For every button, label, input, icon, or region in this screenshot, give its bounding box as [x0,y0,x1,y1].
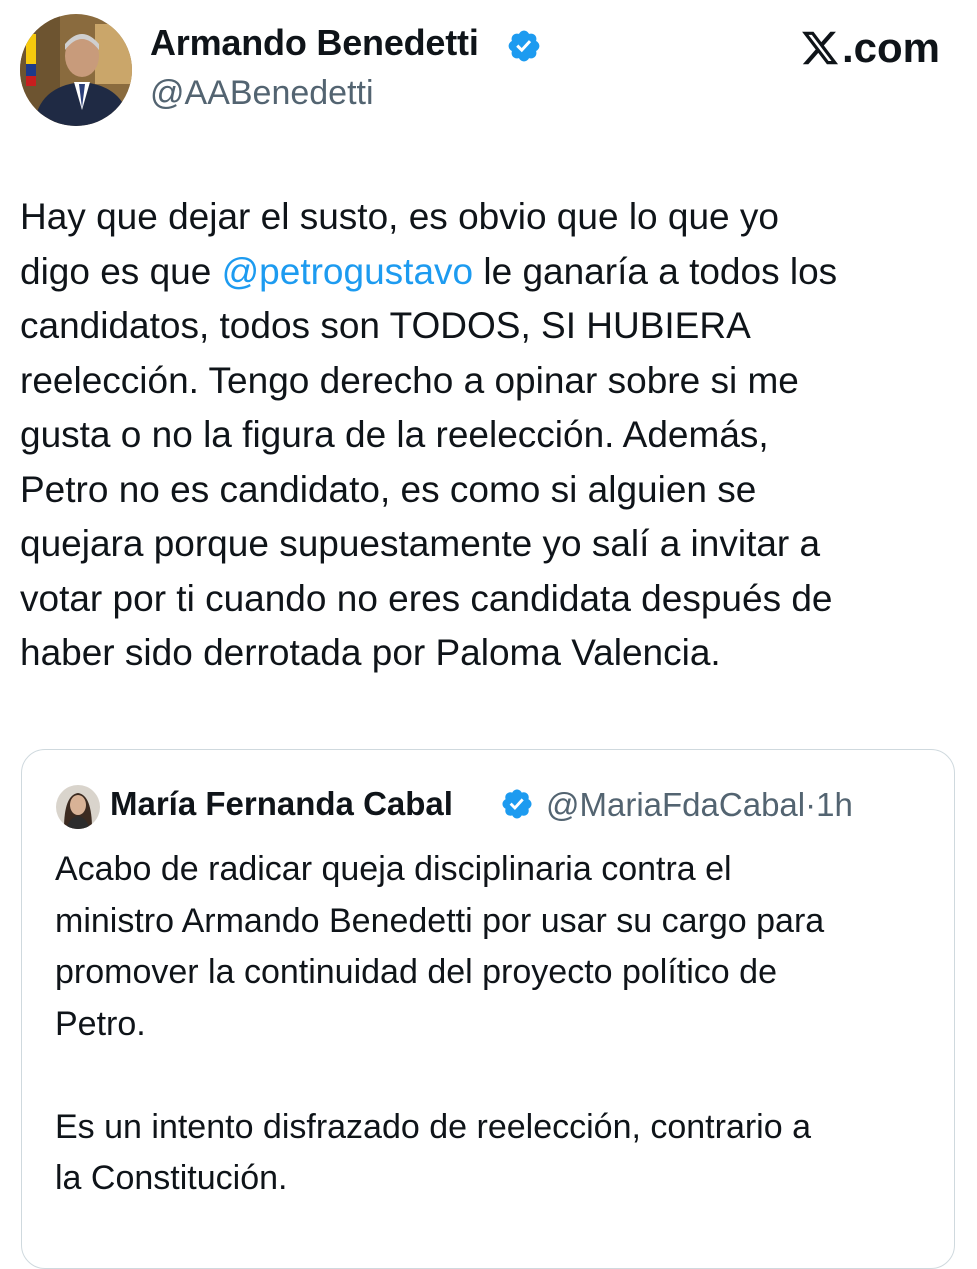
tweet-line: votar por ti cuando no eres candidata de… [20,577,833,619]
quoted-author-handle[interactable]: @MariaFdaCabal [546,786,805,823]
quoted-line: promover la continuidad del proyecto pol… [55,953,777,991]
tweet-line: digo es que @petrogustavo le ganaría a t… [20,250,838,292]
author-handle[interactable]: @AABenedetti [150,74,374,113]
x-logo-icon [802,31,839,65]
author-avatar[interactable] [20,14,132,126]
quoted-tweet-text: Acabo de radicar queja disciplinaria con… [55,844,935,1205]
quoted-line: la Constitución. [55,1159,288,1197]
quoted-line: Petro. [55,1004,146,1043]
brand-label: .com [841,24,940,71]
tweet-line: Petro no es candidato, es como si alguie… [20,468,757,510]
quoted-meta: @MariaFdaCabal·1h [546,786,853,824]
tweet-line: Hay que dejar el susto, es obvio que lo … [20,196,779,237]
quoted-timestamp[interactable]: 1h [816,786,853,823]
quoted-line: Acabo de radicar queja disciplinaria con… [55,850,732,888]
tweet-line: quejara porque supuestamente yo salí a i… [20,523,821,564]
tweet-line: candidatos, todos son TODOS, SI HUBIERA [20,305,751,346]
tweet-line: gusta o no la figura de la reelección. A… [20,414,769,455]
quoted-line: Es un intento disfrazado de reelección, … [55,1107,812,1146]
tweet-line: reelección. Tengo derecho a opinar sobre… [20,359,799,401]
quoted-line: ministro Armando Benedetti por usar su c… [55,901,825,940]
tweet-header: Armando Benedetti @AABenedetti .com [0,0,977,140]
quoted-author-avatar[interactable] [56,785,100,829]
verified-badge-icon [502,789,532,819]
author-name[interactable]: Armando Benedetti [150,22,479,64]
quoted-author-name[interactable]: María Fernanda Cabal [110,785,453,823]
tweet-text: Hay que dejar el susto, es obvio que lo … [20,190,965,681]
quoted-tweet[interactable]: María Fernanda Cabal @MariaFdaCabal·1h A… [21,749,955,1269]
verified-badge-icon [508,30,540,62]
tweet-line: haber sido derrotada por Paloma Valencia… [20,632,721,673]
meta-separator: · [805,786,817,823]
x-brand: .com [800,24,940,72]
mention-link[interactable]: @petrogustavo [222,251,473,292]
